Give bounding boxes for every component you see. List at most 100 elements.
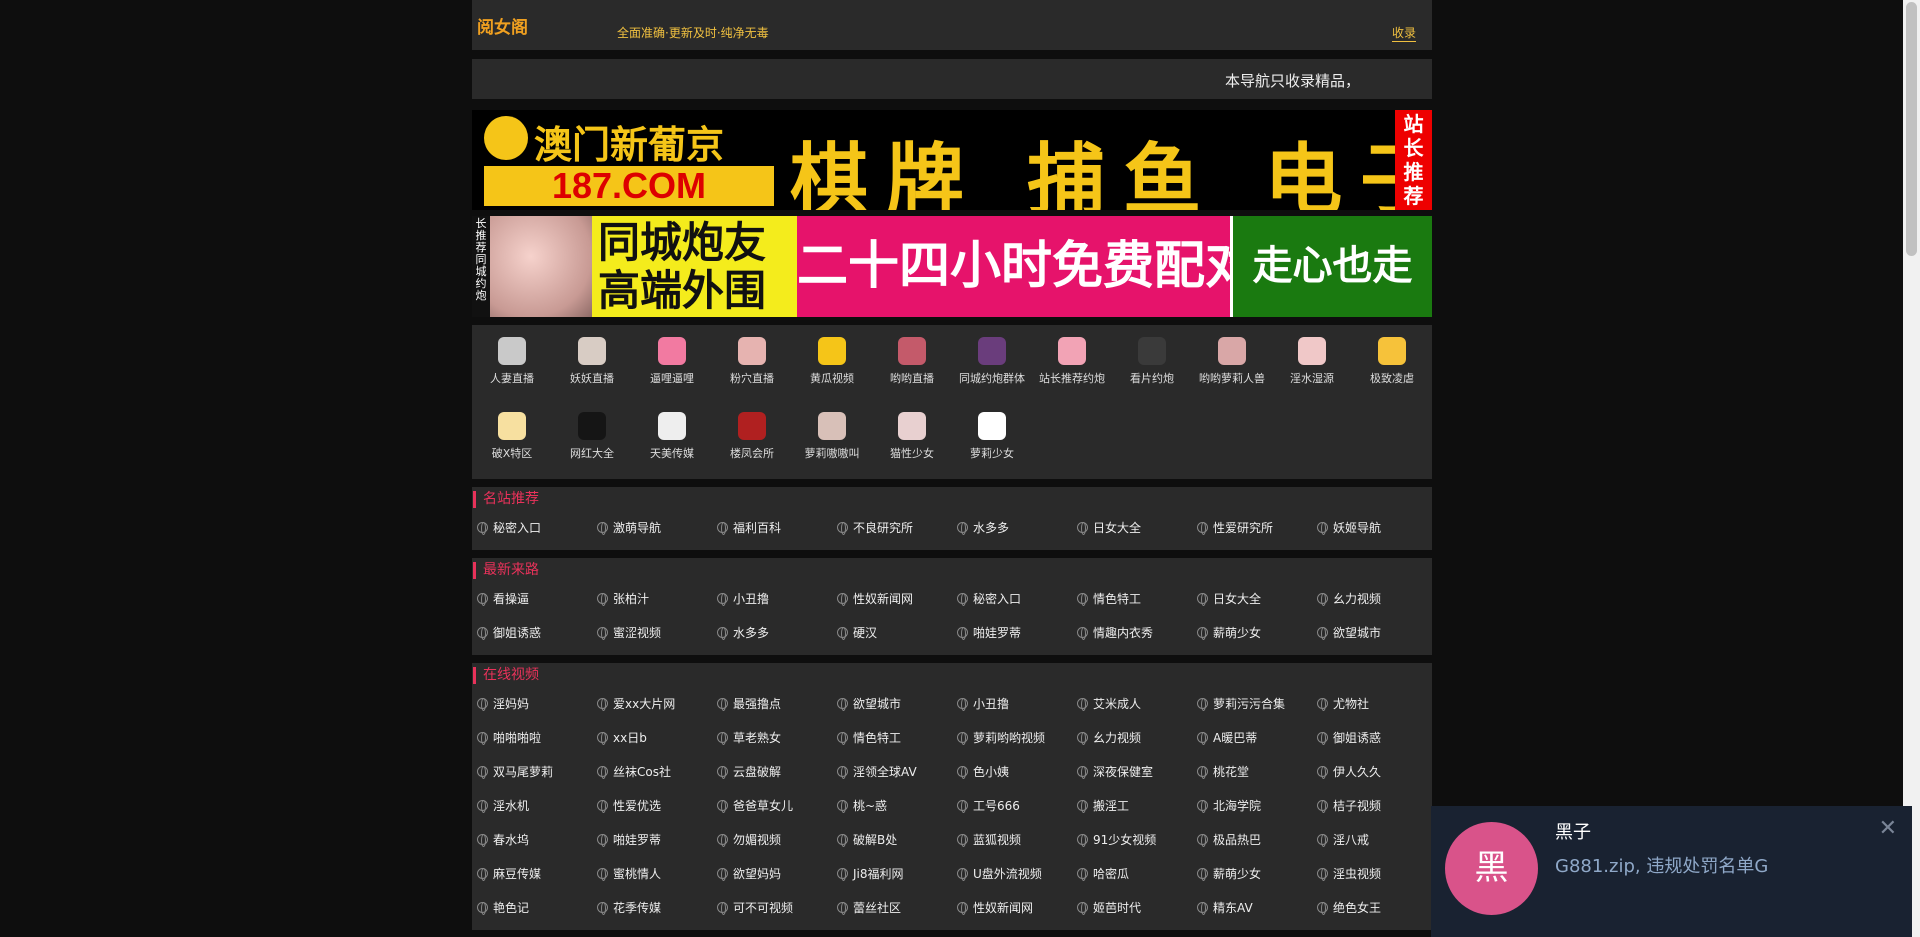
- site-link[interactable]: 勿媚视频: [712, 822, 832, 856]
- site-link[interactable]: 性爱研究所: [1192, 510, 1312, 544]
- site-link[interactable]: 爸爸草女儿: [712, 788, 832, 822]
- site-link[interactable]: 伊人久久: [1312, 754, 1432, 788]
- site-link[interactable]: 情色特工: [832, 720, 952, 754]
- site-link[interactable]: A暖巴蒂: [1192, 720, 1312, 754]
- notification-toast[interactable]: 黑 黑子 G881.zip, 违规处罚名单G ✕: [1431, 806, 1912, 937]
- site-link[interactable]: 欲望妈妈: [712, 856, 832, 890]
- site-link[interactable]: 最强撸点: [712, 686, 832, 720]
- close-icon[interactable]: ✕: [1879, 816, 1897, 841]
- site-link[interactable]: 哈密瓜: [1072, 856, 1192, 890]
- scrollbar-thumb[interactable]: [1906, 2, 1917, 256]
- app-item[interactable]: 楼凤会所: [712, 412, 792, 461]
- app-item[interactable]: 站长推荐约炮: [1032, 337, 1112, 386]
- site-link[interactable]: 性爱优选: [592, 788, 712, 822]
- site-link[interactable]: 淫虫视频: [1312, 856, 1432, 890]
- site-link[interactable]: 精东AV: [1192, 890, 1312, 924]
- site-link[interactable]: 姬芭时代: [1072, 890, 1192, 924]
- app-item[interactable]: 网红大全: [552, 412, 632, 461]
- app-item[interactable]: 哟哟萝莉人兽: [1192, 337, 1272, 386]
- app-item[interactable]: 同城约炮群体: [952, 337, 1032, 386]
- app-item[interactable]: 人妻直播: [472, 337, 552, 386]
- site-link[interactable]: 性奴新闻网: [952, 890, 1072, 924]
- site-link[interactable]: 情色特工: [1072, 581, 1192, 615]
- app-item[interactable]: 萝莉少女: [952, 412, 1032, 461]
- casino-banner[interactable]: 澳门新葡京 187.COM 棋牌 捕鱼 电子 站长推荐: [472, 110, 1432, 210]
- site-link[interactable]: 幺力视频: [1312, 581, 1432, 615]
- site-link[interactable]: 草老熟女: [712, 720, 832, 754]
- site-link[interactable]: 妖姬导航: [1312, 510, 1432, 544]
- site-link[interactable]: 爱xx大片网: [592, 686, 712, 720]
- site-link[interactable]: 激萌导航: [592, 510, 712, 544]
- site-link[interactable]: 搬淫工: [1072, 788, 1192, 822]
- site-link[interactable]: 看操逼: [472, 581, 592, 615]
- dating-banner[interactable]: 长推荐 同城约炮 同城炮友 高端外围 二十四小时免费配对 走心也走肾: [472, 216, 1432, 317]
- site-link[interactable]: 硬汉: [832, 615, 952, 649]
- site-link[interactable]: 蕾丝社区: [832, 890, 952, 924]
- site-link[interactable]: 蜜涩视频: [592, 615, 712, 649]
- site-link[interactable]: 水多多: [712, 615, 832, 649]
- site-link[interactable]: 丝袜Cos社: [592, 754, 712, 788]
- site-link[interactable]: 深夜保健室: [1072, 754, 1192, 788]
- site-link[interactable]: 水多多: [952, 510, 1072, 544]
- site-link[interactable]: 极品热巴: [1192, 822, 1312, 856]
- site-link[interactable]: 秘密入口: [472, 510, 592, 544]
- site-link[interactable]: 花季传媒: [592, 890, 712, 924]
- site-link[interactable]: 春水坞: [472, 822, 592, 856]
- site-link[interactable]: 艾米成人: [1072, 686, 1192, 720]
- app-item[interactable]: 天美传媒: [632, 412, 712, 461]
- site-link[interactable]: 双马尾萝莉: [472, 754, 592, 788]
- site-link[interactable]: 啪娃罗蒂: [592, 822, 712, 856]
- site-link[interactable]: 不良研究所: [832, 510, 952, 544]
- site-link[interactable]: 可不可视频: [712, 890, 832, 924]
- site-link[interactable]: 小丑撸: [712, 581, 832, 615]
- site-link[interactable]: 薪萌少女: [1192, 856, 1312, 890]
- site-link[interactable]: 淫水机: [472, 788, 592, 822]
- app-item[interactable]: 看片约炮: [1112, 337, 1192, 386]
- site-link[interactable]: Ji8福利网: [832, 856, 952, 890]
- app-item[interactable]: 极致凌虐: [1352, 337, 1432, 386]
- site-link[interactable]: 御姐诱惑: [472, 615, 592, 649]
- page-scrollbar[interactable]: [1903, 0, 1920, 937]
- site-link[interactable]: 北海学院: [1192, 788, 1312, 822]
- site-link[interactable]: 桃花堂: [1192, 754, 1312, 788]
- site-link[interactable]: 欲望城市: [832, 686, 952, 720]
- site-link[interactable]: 尤物社: [1312, 686, 1432, 720]
- site-link[interactable]: 日女大全: [1192, 581, 1312, 615]
- site-link[interactable]: 绝色女王: [1312, 890, 1432, 924]
- site-link[interactable]: 淫妈妈: [472, 686, 592, 720]
- site-link[interactable]: 桔子视频: [1312, 788, 1432, 822]
- site-link[interactable]: 日女大全: [1072, 510, 1192, 544]
- app-item[interactable]: 粉穴直播: [712, 337, 792, 386]
- site-link[interactable]: 色小姨: [952, 754, 1072, 788]
- site-link[interactable]: 萝莉污污合集: [1192, 686, 1312, 720]
- site-link[interactable]: 啪啪啪啦: [472, 720, 592, 754]
- site-link[interactable]: 萝莉哟哟视频: [952, 720, 1072, 754]
- app-item[interactable]: 淫水湿源: [1272, 337, 1352, 386]
- site-link[interactable]: 淫八戒: [1312, 822, 1432, 856]
- site-link[interactable]: 桃~惑: [832, 788, 952, 822]
- site-link[interactable]: 破解B处: [832, 822, 952, 856]
- app-item[interactable]: 破X特区: [472, 412, 552, 461]
- site-link[interactable]: 幺力视频: [1072, 720, 1192, 754]
- app-item[interactable]: 哟哟直播: [872, 337, 952, 386]
- app-item[interactable]: 妖妖直播: [552, 337, 632, 386]
- collect-link[interactable]: 收录: [1391, 24, 1416, 42]
- app-item[interactable]: 逼哩逼哩: [632, 337, 712, 386]
- site-link[interactable]: 性奴新闻网: [832, 581, 952, 615]
- site-link[interactable]: 情趣内衣秀: [1072, 615, 1192, 649]
- app-item[interactable]: 萝莉嗷嗷叫: [792, 412, 872, 461]
- site-link[interactable]: 工号666: [952, 788, 1072, 822]
- site-logo[interactable]: 阅女阁: [477, 13, 528, 38]
- site-link[interactable]: 麻豆传媒: [472, 856, 592, 890]
- site-link[interactable]: 蜜桃情人: [592, 856, 712, 890]
- site-link[interactable]: 小丑撸: [952, 686, 1072, 720]
- site-link[interactable]: 欲望城市: [1312, 615, 1432, 649]
- site-link[interactable]: 云盘破解: [712, 754, 832, 788]
- site-link[interactable]: 御姐诱惑: [1312, 720, 1432, 754]
- site-link[interactable]: xx日b: [592, 720, 712, 754]
- site-link[interactable]: 淫领全球AV: [832, 754, 952, 788]
- site-link[interactable]: 艳色记: [472, 890, 592, 924]
- site-link[interactable]: 91少女视频: [1072, 822, 1192, 856]
- site-link[interactable]: 啪娃罗蒂: [952, 615, 1072, 649]
- site-link[interactable]: 福利百科: [712, 510, 832, 544]
